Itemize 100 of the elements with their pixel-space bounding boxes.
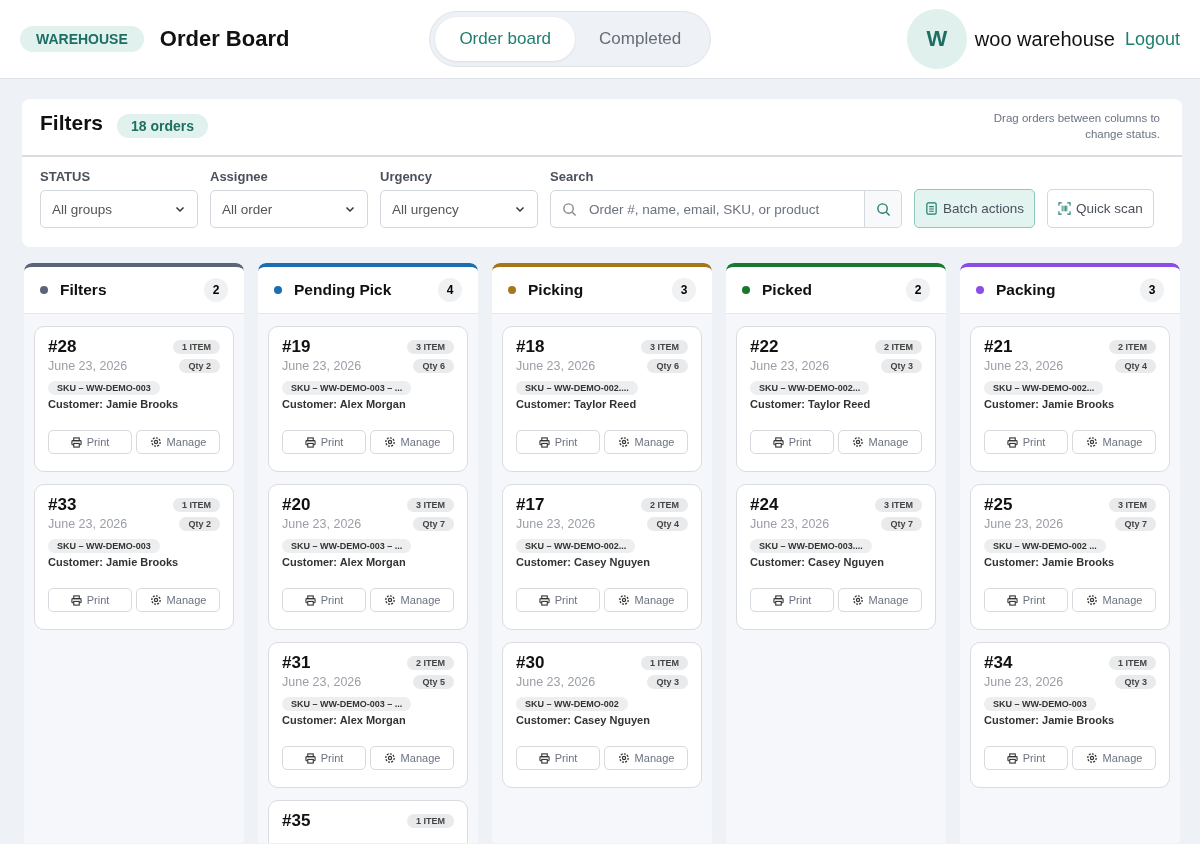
order-date: June 23, 2026 xyxy=(282,517,362,531)
item-count-badge: 1 ITEM xyxy=(407,814,454,828)
print-button[interactable]: Print xyxy=(516,430,600,454)
customer-name: Customer: Casey Nguyen xyxy=(516,714,651,726)
manage-button[interactable]: Manage xyxy=(370,430,454,454)
manage-button[interactable]: Manage xyxy=(136,430,220,454)
print-button[interactable]: Print xyxy=(516,746,600,770)
customer-name: Customer: Taylor Reed xyxy=(516,398,638,410)
sku-tag: SKU – WW-DEMO-003 xyxy=(48,381,160,395)
item-count-badge: 3 ITEM xyxy=(1109,498,1156,512)
order-number: #22 xyxy=(750,337,779,357)
settings-icon xyxy=(149,436,162,448)
quick-scan-button[interactable]: Quick scan xyxy=(1047,189,1154,228)
item-count-badge: 2 ITEM xyxy=(407,656,454,670)
sku-tag: SKU – WW-DEMO-003 xyxy=(48,539,160,553)
filter-label: Urgency xyxy=(380,169,434,184)
order-date: June 23, 2026 xyxy=(48,359,128,373)
app-badge: WAREHOUSE xyxy=(20,26,144,52)
manage-button[interactable]: Manage xyxy=(604,430,688,454)
order-number: #35 xyxy=(282,811,311,831)
customer-name: Customer: Jamie Brooks xyxy=(984,714,1116,726)
quantity-badge: Qty 7 xyxy=(1115,517,1156,531)
quantity-badge: Qty 4 xyxy=(1115,359,1156,373)
filter-label: Search xyxy=(550,169,595,184)
settings-icon xyxy=(617,752,630,764)
view-tab[interactable]: Order board xyxy=(435,17,576,61)
item-count-badge: 1 ITEM xyxy=(641,656,688,670)
printer-icon xyxy=(538,752,550,764)
order-number: #31 xyxy=(282,653,311,673)
manage-button[interactable]: Manage xyxy=(1072,588,1156,612)
settings-icon xyxy=(149,594,162,606)
manage-button[interactable]: Manage xyxy=(1072,746,1156,770)
customer-name: Customer: Jamie Brooks xyxy=(48,398,180,410)
settings-icon xyxy=(617,594,630,606)
print-button[interactable]: Print xyxy=(48,430,132,454)
print-button[interactable]: Print xyxy=(282,746,366,770)
manage-button[interactable]: Manage xyxy=(1072,430,1156,454)
settings-icon xyxy=(617,436,630,448)
printer-icon xyxy=(772,436,784,448)
view-tab[interactable]: Completed xyxy=(575,17,706,61)
settings-icon xyxy=(1085,436,1098,448)
order-number: #33 xyxy=(48,495,77,515)
filters-title: Filters xyxy=(40,111,104,135)
quantity-badge: Qty 4 xyxy=(647,517,688,531)
sku-tag: SKU – WW-DEMO-003.... xyxy=(750,539,872,553)
settings-icon xyxy=(383,436,396,448)
settings-icon xyxy=(851,594,864,606)
column-title: Pending Pick xyxy=(294,281,392,299)
print-button[interactable]: Print xyxy=(984,588,1068,612)
search-field[interactable]: Order #, name, email, SKU, or product xyxy=(550,190,902,228)
order-date: June 23, 2026 xyxy=(282,359,362,373)
print-button[interactable]: Print xyxy=(750,588,834,612)
item-count-badge: 3 ITEM xyxy=(407,340,454,354)
manage-button[interactable]: Manage xyxy=(604,588,688,612)
column-title: Filters xyxy=(60,281,107,299)
column-count: 3 xyxy=(672,278,696,302)
quantity-badge: Qty 2 xyxy=(179,359,220,373)
manage-button[interactable]: Manage xyxy=(136,588,220,612)
column-count: 3 xyxy=(1140,278,1164,302)
item-count-badge: 1 ITEM xyxy=(173,498,220,512)
printer-icon xyxy=(304,436,316,448)
sku-tag: SKU – WW-DEMO-003 xyxy=(984,697,1096,711)
printer-icon xyxy=(1006,594,1018,606)
manage-button[interactable]: Manage xyxy=(838,588,922,612)
print-button[interactable]: Print xyxy=(282,430,366,454)
search-icon xyxy=(562,201,577,217)
order-date: June 23, 2026 xyxy=(984,359,1064,373)
manage-button[interactable]: Manage xyxy=(604,746,688,770)
manage-button[interactable]: Manage xyxy=(370,588,454,612)
order-date: June 23, 2026 xyxy=(516,675,596,689)
quantity-badge: Qty 3 xyxy=(881,359,922,373)
sku-tag: SKU – WW-DEMO-002.... xyxy=(516,381,638,395)
customer-name: Customer: Jamie Brooks xyxy=(48,556,180,568)
print-button[interactable]: Print xyxy=(750,430,834,454)
item-count-badge: 3 ITEM xyxy=(407,498,454,512)
printer-icon xyxy=(1006,436,1018,448)
manage-button[interactable]: Manage xyxy=(838,430,922,454)
print-button[interactable]: Print xyxy=(48,588,132,612)
printer-icon xyxy=(70,594,82,606)
customer-name: Customer: Casey Nguyen xyxy=(750,556,885,568)
print-button[interactable]: Print xyxy=(984,746,1068,770)
print-button[interactable]: Print xyxy=(516,588,600,612)
print-button[interactable]: Print xyxy=(282,588,366,612)
filter-dropdown[interactable]: All groups xyxy=(40,190,198,228)
column-title: Picked xyxy=(762,281,812,299)
customer-name: Customer: Jamie Brooks xyxy=(984,556,1116,568)
item-count-badge: 2 ITEM xyxy=(641,498,688,512)
search-button[interactable] xyxy=(864,191,901,227)
print-button[interactable]: Print xyxy=(984,430,1068,454)
manage-button[interactable]: Manage xyxy=(370,746,454,770)
order-number: #18 xyxy=(516,337,545,357)
settings-icon xyxy=(383,752,396,764)
filter-label: STATUS xyxy=(40,169,92,184)
batch-actions-button[interactable]: Batch actions xyxy=(914,189,1036,228)
filter-dropdown[interactable]: All urgency xyxy=(380,190,538,228)
filter-dropdown[interactable]: All order xyxy=(210,190,368,228)
sku-tag: SKU – WW-DEMO-003 – ... xyxy=(282,539,412,553)
column-count: 4 xyxy=(438,278,462,302)
printer-icon xyxy=(304,594,316,606)
logout-link[interactable]: Logout xyxy=(1124,28,1180,50)
